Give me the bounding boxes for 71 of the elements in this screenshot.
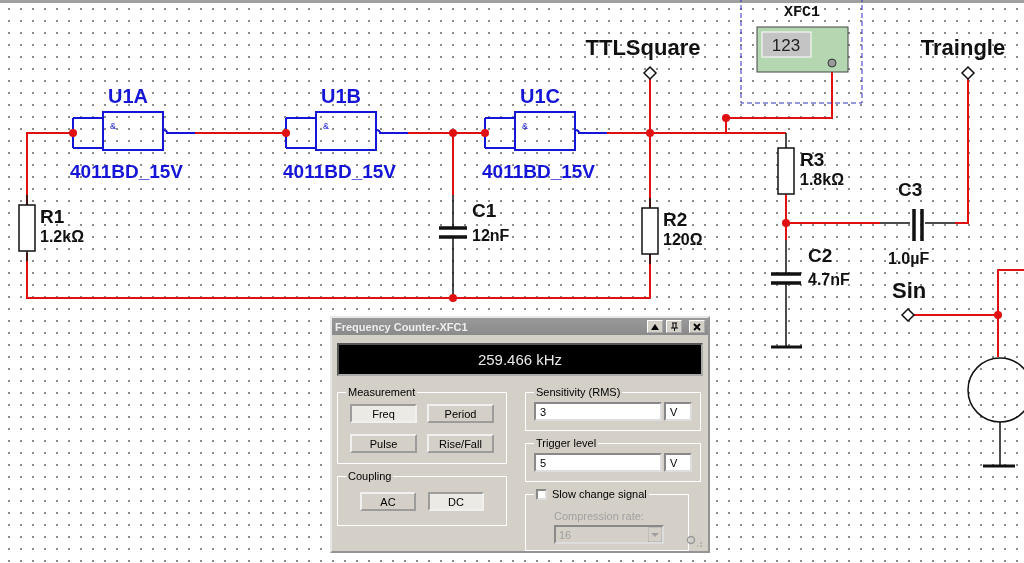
gate-symbol-text: & [110, 121, 116, 131]
gate-reference: U1C [520, 85, 560, 107]
resistor-symbol [641, 197, 659, 265]
capacitor-value: 1.0µF [888, 250, 930, 267]
gate-model: 4011BD_15V [283, 161, 397, 182]
dropdown-arrow-icon [648, 527, 662, 542]
terminal-icon [827, 58, 837, 68]
junction-dot [646, 129, 654, 137]
resistor-value: 120Ω [663, 231, 703, 248]
junction-dot [282, 129, 290, 137]
coupling-button[interactable]: AC [360, 492, 416, 511]
junction-dot [481, 129, 489, 137]
gate-symbol-text: & [323, 121, 329, 131]
mode-button[interactable]: Freq [350, 404, 417, 423]
probe-terminal-icon [642, 65, 658, 81]
resistor-value: 1.2kΩ [40, 228, 84, 245]
frequency-display: 259.466 kHz [337, 343, 703, 376]
junction-dot [449, 294, 457, 302]
capacitor-value: 4.7nF [808, 271, 850, 288]
ground-symbol [983, 464, 1015, 468]
gate-reference: U1B [321, 85, 361, 107]
resistor-symbol [18, 194, 36, 262]
junction-dot [782, 219, 790, 227]
resistor-reference: R3 [800, 149, 825, 170]
capacitor-reference: C2 [808, 245, 833, 266]
probe-label: Traingle [920, 35, 1006, 60]
collapse-button[interactable] [647, 320, 663, 333]
checkbox-label: Slow change signal [552, 488, 647, 500]
group-title: Measurement [347, 386, 417, 398]
counter-display [761, 31, 812, 58]
pin-icon [669, 322, 679, 331]
gate-model: 4011BD_15V [482, 161, 596, 182]
junction-dot [994, 311, 1002, 319]
input-field[interactable]: 5 [534, 453, 662, 472]
group-title: Coupling [347, 470, 393, 482]
group-title: Sensitivity (RMS) [535, 386, 622, 398]
resize-grip-icon [686, 535, 704, 547]
gate-symbol-text: & [522, 121, 528, 131]
capacitor-reference: C3 [898, 179, 923, 200]
mode-button[interactable]: Rise/Fall [427, 434, 494, 453]
junction-dot [722, 114, 730, 122]
capacitor-reference: C1 [472, 200, 497, 221]
mode-button[interactable]: Pulse [350, 434, 417, 453]
unit-field[interactable]: V [664, 453, 692, 472]
capacitor-value: 12nF [472, 227, 510, 244]
mode-button[interactable]: Period [427, 404, 494, 423]
probe-label: Sin [892, 278, 927, 303]
probe-terminal-icon [960, 65, 976, 81]
window-title: Frequency Counter-XFC1 [335, 320, 469, 333]
resistor-reference: R2 [663, 209, 688, 230]
coupling-button[interactable]: DC [428, 492, 484, 511]
input-field[interactable]: 3 [534, 402, 662, 421]
unit-field[interactable]: V [664, 402, 692, 421]
resistor-reference: R1 [40, 206, 65, 227]
resistor-value: 1.8kΩ [800, 171, 844, 188]
ground-symbol [771, 345, 802, 349]
group-title: Trigger level [535, 437, 598, 449]
junction-dot [69, 129, 77, 137]
instrument-reference: XFC1 [784, 4, 820, 21]
pin-button[interactable] [666, 320, 682, 333]
checkbox[interactable] [536, 488, 547, 500]
gate-reference: U1A [108, 85, 148, 107]
resistor-symbol [777, 132, 795, 195]
gate-model: 4011BD_15V [70, 161, 184, 182]
counter-display-text: 123 [771, 36, 801, 55]
junction-dot [449, 129, 457, 137]
close-icon [693, 322, 701, 331]
close-button[interactable] [689, 320, 705, 333]
probe-label: TTLSquare [585, 35, 701, 60]
up-triangle-icon [651, 323, 659, 330]
probe-terminal-icon [900, 307, 916, 323]
